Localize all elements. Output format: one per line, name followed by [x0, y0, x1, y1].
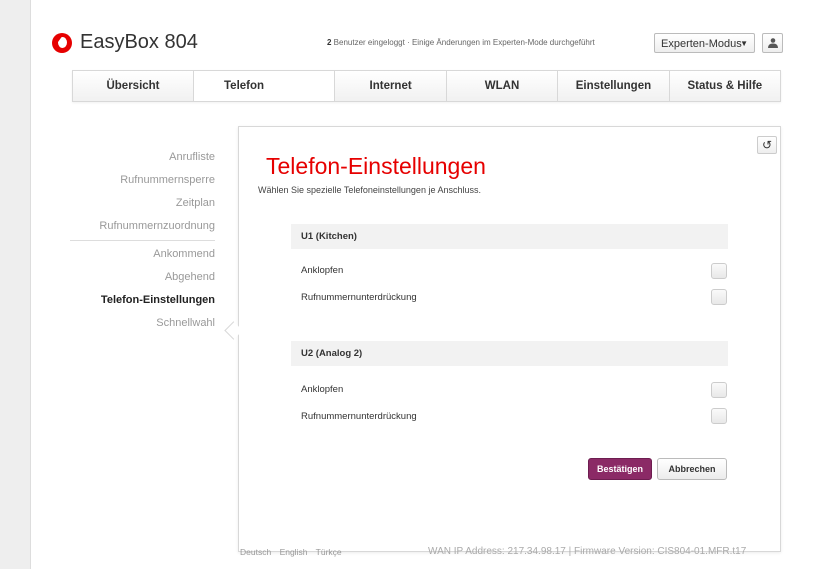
lang-link-english[interactable]: English	[280, 547, 308, 557]
tab-telefon[interactable]: Telefon	[194, 71, 336, 101]
chevron-down-icon: ▼	[740, 39, 748, 48]
user-icon	[767, 38, 778, 48]
lang-link-tuerkce[interactable]: Türkçe	[316, 547, 342, 557]
reset-icon: ↺	[761, 138, 773, 152]
brand-title: EasyBox 804	[80, 31, 198, 53]
sidebar-item-ankommend[interactable]: Ankommend	[60, 243, 215, 266]
tab-status-hilfe[interactable]: Status & Hilfe	[670, 71, 780, 101]
sidebar-item-abgehend[interactable]: Abgehend	[60, 266, 215, 289]
sidebar-item-telefon-einstellungen[interactable]: Telefon-Einstellungen	[60, 289, 215, 312]
page-title: Telefon-Einstellungen	[266, 153, 486, 179]
row-label-u2-unterdrueckung: Rufnummernunterdrückung	[301, 411, 417, 422]
sidebar-item-rufnummernzuordnung[interactable]: Rufnummernzuordnung	[60, 215, 215, 238]
tab-uebersicht[interactable]: Übersicht	[73, 71, 194, 101]
tab-internet[interactable]: Internet	[335, 71, 447, 101]
section-heading-u1: U1 (Kitchen)	[291, 224, 728, 249]
vodafone-logo-icon	[52, 33, 72, 53]
sidebar-item-schnellwahl[interactable]: Schnellwahl	[60, 312, 215, 335]
sidebar-item-rufnummernsperre[interactable]: Rufnummernsperre	[60, 169, 215, 192]
language-links: Deutsch English Türkçe	[240, 547, 348, 557]
mode-select[interactable]: Experten-Modus ▼	[654, 33, 755, 53]
tab-wlan[interactable]: WLAN	[447, 71, 559, 101]
row-label-u2-anklopfen: Anklopfen	[301, 384, 344, 395]
cancel-button[interactable]: Abbrechen	[657, 458, 727, 480]
sidebar-item-zeitplan[interactable]: Zeitplan	[60, 192, 215, 215]
mode-select-value: Experten-Modus	[661, 38, 742, 50]
main-nav: Übersicht Telefon Internet WLAN Einstell…	[72, 70, 781, 102]
sidebar: Anrufliste Rufnummernsperre Zeitplan Ruf…	[60, 146, 215, 335]
row-label-u1-unterdrueckung: Rufnummernunterdrückung	[301, 292, 417, 303]
page-subtitle: Wählen Sie spezielle Telefoneinstellunge…	[258, 185, 481, 195]
reset-button[interactable]: ↺	[757, 136, 777, 154]
tab-einstellungen[interactable]: Einstellungen	[558, 71, 670, 101]
user-button[interactable]	[762, 33, 783, 53]
row-label-u1-anklopfen: Anklopfen	[301, 265, 344, 276]
confirm-button[interactable]: Bestätigen	[588, 458, 652, 480]
checkbox-u2-unterdrueckung[interactable]	[711, 408, 727, 424]
sidebar-divider	[70, 240, 215, 241]
footer-info: WAN IP Address: 217.34.98.17 | Firmware …	[428, 546, 747, 557]
lang-link-deutsch[interactable]: Deutsch	[240, 547, 271, 557]
checkbox-u1-anklopfen[interactable]	[711, 263, 727, 279]
section-heading-u2: U2 (Analog 2)	[291, 341, 728, 366]
sidebar-item-anrufliste[interactable]: Anrufliste	[60, 146, 215, 169]
users-status-text: Benutzer eingeloggt · Einige Änderungen …	[331, 38, 595, 47]
login-status: 2 Benutzer eingeloggt · Einige Änderunge…	[327, 38, 595, 47]
checkbox-u2-anklopfen[interactable]	[711, 382, 727, 398]
checkbox-u1-unterdrueckung[interactable]	[711, 289, 727, 305]
